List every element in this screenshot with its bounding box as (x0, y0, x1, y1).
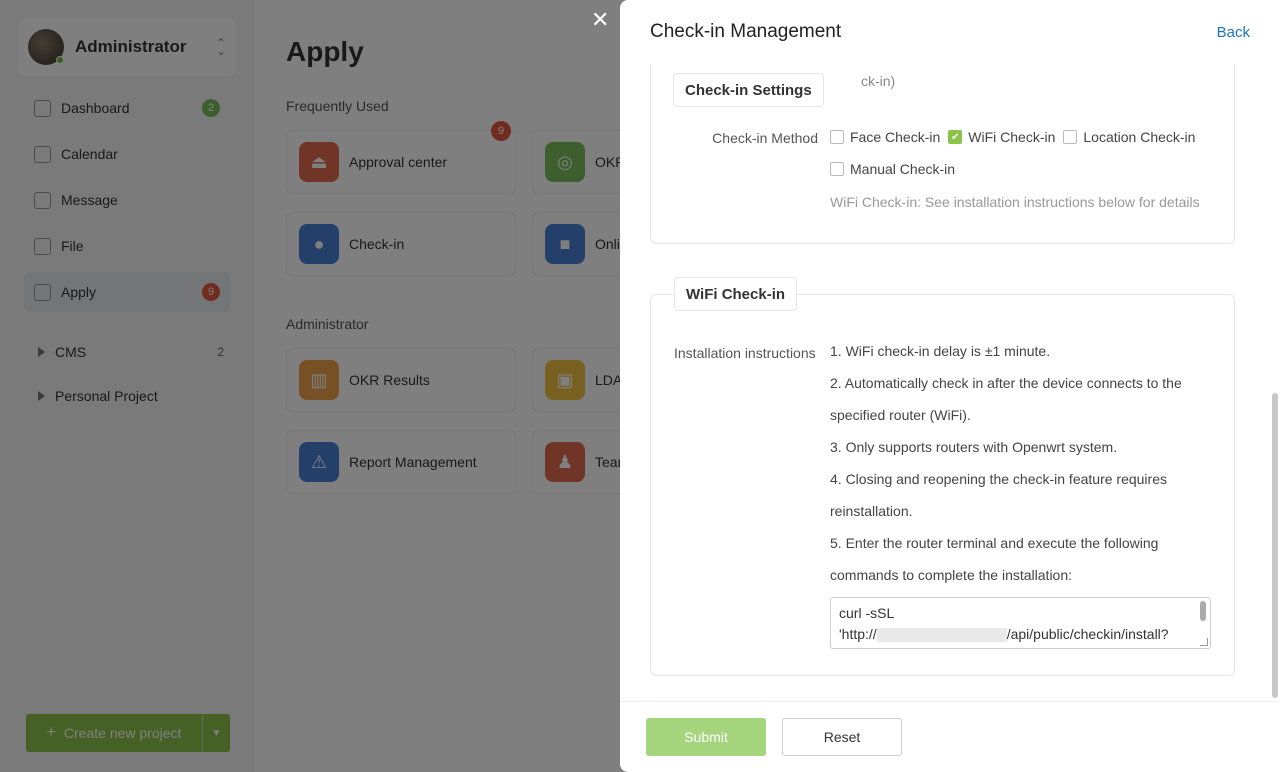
check-in-method-options: Face Check-in ✔ WiFi Check-in Location Ch… (830, 129, 1203, 145)
install-command-textarea[interactable]: curl -sSL 'http:// /api/public/checkin/in… (830, 597, 1211, 649)
code-fragment: /api/public/checkin/install? (1006, 626, 1169, 642)
check-in-settings-legend: Check-in Settings (673, 73, 824, 107)
checkbox-label: Location Check-in (1083, 129, 1196, 145)
settings-cut-text: ck-in) (861, 73, 896, 89)
back-link[interactable]: Back (1217, 24, 1250, 41)
resize-grip-icon[interactable] (1200, 638, 1208, 646)
checkbox-label: WiFi Check-in (968, 129, 1056, 145)
drawer-header: Check-in Management Back (620, 0, 1280, 64)
drawer-body[interactable]: ck-in) Check-in Method Face Check-in ✔ Wi… (620, 64, 1280, 701)
code-fragment: 'http:// (839, 626, 877, 642)
textarea-scrollbar[interactable] (1200, 601, 1206, 621)
code-line: 'http:// /api/public/checkin/install? (839, 624, 1202, 645)
close-icon[interactable]: ✕ (591, 9, 609, 31)
installation-steps: 1. WiFi check-in delay is ±1 minute. 2. … (830, 335, 1210, 591)
checkbox-label: Manual Check-in (850, 161, 956, 177)
checkbox-label: Face Check-in (850, 129, 941, 145)
wifi-check-in-checkbox[interactable]: ✔ WiFi Check-in (948, 129, 1055, 145)
step-item: 5. Enter the router terminal and execute… (830, 535, 1159, 583)
manual-check-in-checkbox[interactable]: Manual Check-in (830, 161, 955, 177)
wifi-check-in-legend: WiFi Check-in (674, 277, 798, 311)
step-item: 3. Only supports routers with Openwrt sy… (830, 439, 1118, 455)
installation-instructions-label: Installation instructions (674, 345, 816, 361)
submit-button[interactable]: Submit (646, 718, 766, 756)
check-in-management-drawer: Check-in Management Back ck-in) Check-in… (620, 0, 1280, 772)
location-check-in-checkbox[interactable]: Location Check-in (1063, 129, 1195, 145)
wifi-hint: WiFi Check-in: See installation instruct… (830, 194, 1200, 210)
step-item: 1. WiFi check-in delay is ±1 minute. (830, 343, 1051, 359)
step-item: 2. Automatically check in after the devi… (830, 375, 1182, 423)
check-in-method-label: Check-in Method (712, 130, 818, 146)
drawer-footer: Submit Reset (620, 701, 1280, 772)
drawer-scrollbar[interactable] (1272, 393, 1278, 698)
checkmark-icon[interactable]: ✔ (948, 130, 963, 144)
redacted-host (876, 628, 1007, 643)
drawer-title: Check-in Management (650, 21, 842, 42)
step-item: 4. Closing and reopening the check-in fe… (830, 471, 1167, 519)
checkbox-box[interactable] (1063, 130, 1078, 144)
checkbox-box[interactable] (830, 162, 844, 176)
code-line: curl -sSL (839, 605, 895, 621)
check-in-method-options-row2: Manual Check-in (830, 161, 963, 177)
wifi-check-in-section: Installation instructions 1. WiFi check-… (650, 294, 1235, 676)
checkbox-box[interactable] (830, 130, 844, 144)
reset-button[interactable]: Reset (782, 718, 902, 756)
face-check-in-checkbox[interactable]: Face Check-in (830, 129, 940, 145)
